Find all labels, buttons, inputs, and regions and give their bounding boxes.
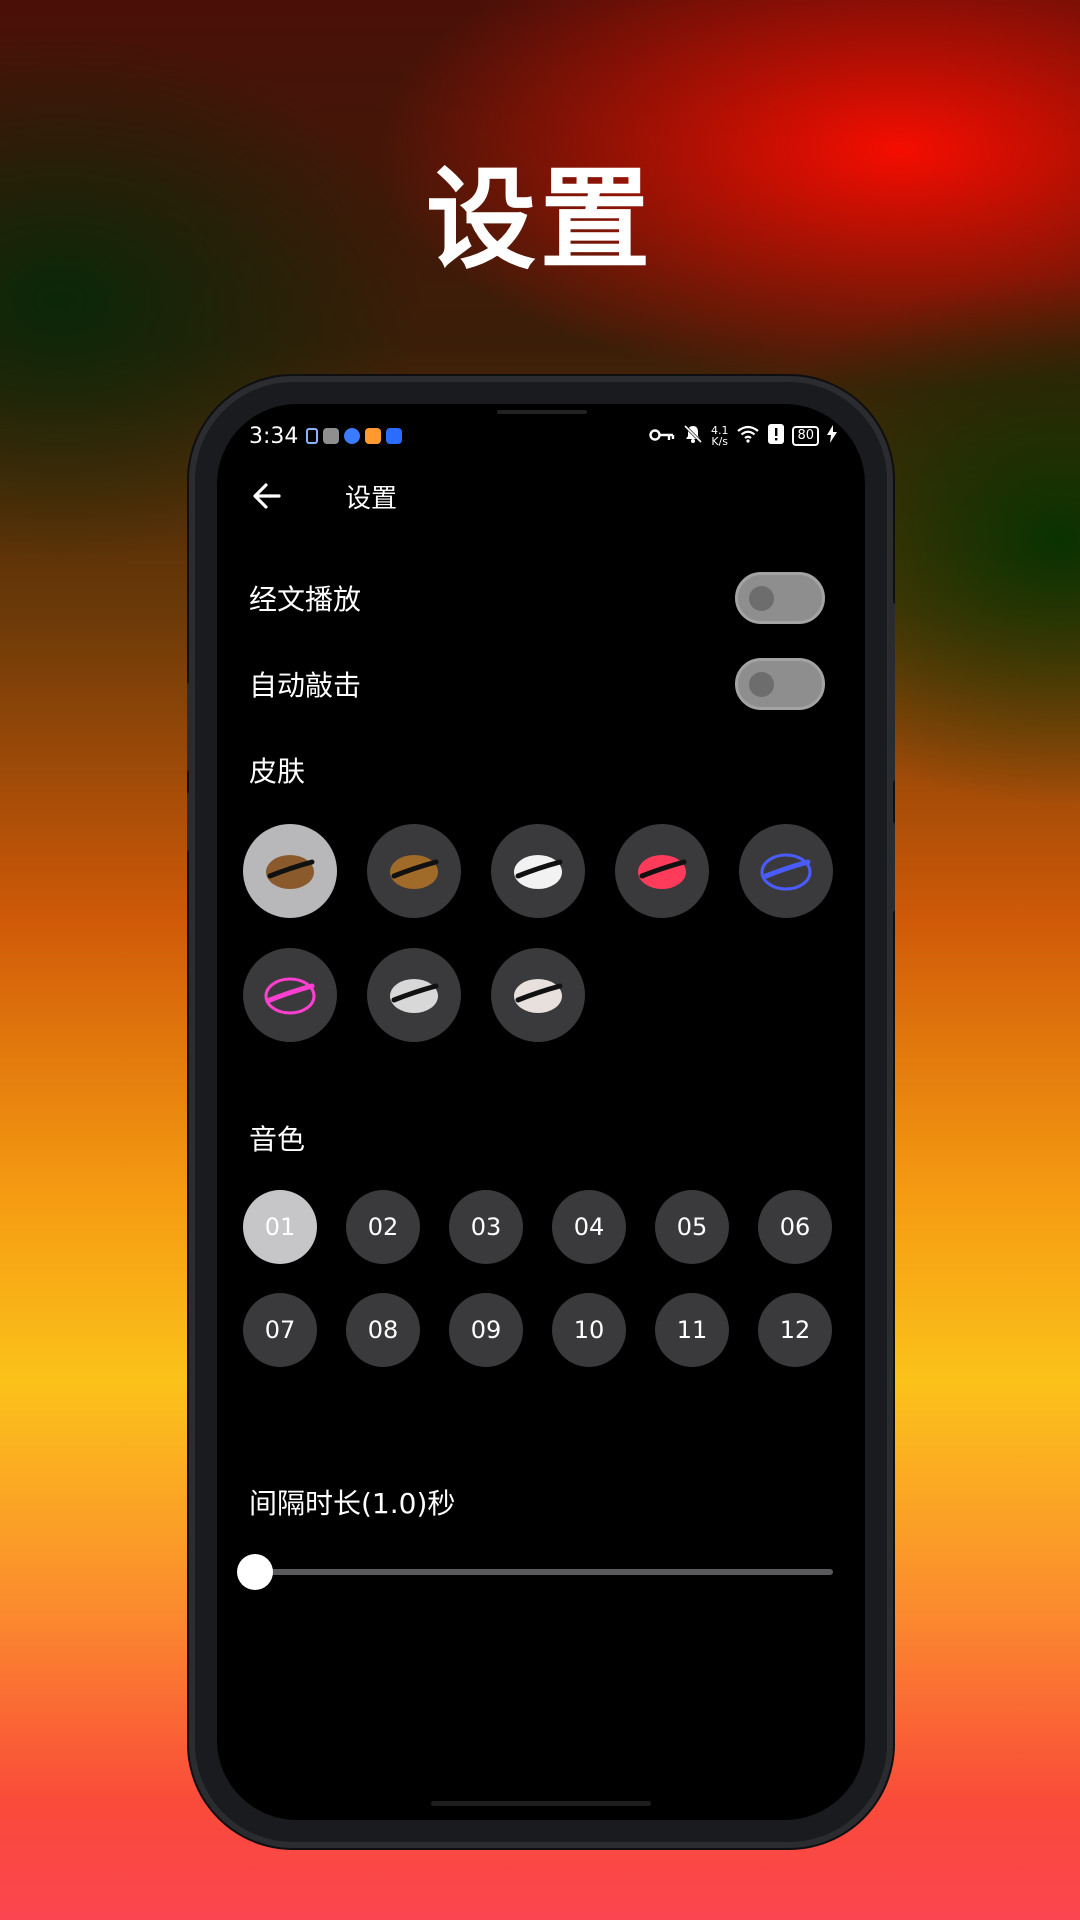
bell-muted-icon [683, 424, 703, 448]
play-app-icon [365, 428, 382, 444]
skin-option[interactable] [243, 824, 337, 918]
wooden-fish-icon [266, 855, 315, 889]
charging-icon [827, 425, 837, 447]
skin-grid [243, 824, 863, 1042]
setting-row-sutra-play: 经文播放 [249, 568, 825, 628]
interval-label: 间隔时长(1.0)秒 [249, 1487, 456, 1520]
auto-strike-toggle[interactable] [735, 658, 825, 710]
sound-grid: 01 02 03 04 05 06 07 08 09 10 11 12 [243, 1190, 863, 1367]
sound-option[interactable]: 06 [758, 1190, 832, 1264]
phone-power-button [889, 602, 895, 782]
sutra-play-toggle[interactable] [735, 572, 825, 624]
skin-option[interactable] [367, 948, 461, 1042]
bluetooth-battery-icon [306, 428, 319, 444]
net-speed-unit: K/s [711, 435, 729, 448]
auto-strike-label: 自动敲击 [249, 669, 362, 702]
gesture-bar [431, 1801, 651, 1806]
sound-option[interactable]: 08 [346, 1293, 420, 1367]
sound-option[interactable]: 03 [449, 1190, 523, 1264]
promo-title: 设置 [426, 156, 654, 284]
sound-option[interactable]: 01 [243, 1190, 317, 1264]
wooden-fish-icon [514, 855, 563, 889]
skins-section-title: 皮肤 [249, 755, 306, 788]
earpiece [497, 410, 587, 414]
phone-side-button [187, 682, 193, 772]
app-bar: 设置 [247, 466, 397, 526]
sound-option[interactable]: 07 [243, 1293, 317, 1367]
skin-option[interactable] [739, 824, 833, 918]
back-button[interactable] [247, 476, 287, 516]
skin-option[interactable] [367, 824, 461, 918]
status-bar: 3:34 4.1 K/s 80 [249, 418, 837, 454]
net-speed: 4.1 K/s [711, 425, 729, 447]
sound-option[interactable]: 02 [346, 1190, 420, 1264]
wooden-fish-icon [514, 979, 563, 1013]
wooden-fish-icon [390, 855, 439, 889]
wooden-fish-icon [638, 855, 687, 889]
wooden-fish-icon [264, 977, 316, 1015]
skin-option[interactable] [615, 824, 709, 918]
wooden-fish-icon [760, 853, 812, 891]
arrow-left-icon [253, 483, 281, 509]
sutra-play-label: 经文播放 [249, 583, 362, 616]
toggle-knob [749, 672, 774, 697]
wooden-fish-icon [390, 979, 439, 1013]
sounds-section-title: 音色 [249, 1123, 306, 1156]
wifi-icon [736, 425, 760, 447]
shield-app-icon [386, 428, 403, 444]
sound-option[interactable]: 05 [655, 1190, 729, 1264]
status-right-icons: 4.1 K/s 80 [649, 424, 837, 448]
key-icon [649, 427, 675, 446]
sound-option[interactable]: 04 [552, 1190, 626, 1264]
grid-app-icon [323, 428, 340, 444]
browser-app-icon [344, 428, 361, 444]
sound-option[interactable]: 12 [758, 1293, 832, 1367]
toggle-knob [749, 586, 774, 611]
phone-side-button [889, 822, 895, 912]
sound-option[interactable]: 10 [552, 1293, 626, 1367]
phone-side-button [187, 792, 193, 852]
page-title: 设置 [345, 483, 398, 514]
skin-option[interactable] [243, 948, 337, 1042]
sound-option[interactable]: 11 [655, 1293, 729, 1367]
phone-frame: 3:34 4.1 K/s 80 设置 经文播放 自动敲击 皮肤 音色 01 02… [187, 382, 895, 1842]
status-time: 3:34 [249, 423, 299, 449]
sound-option[interactable]: 09 [449, 1293, 523, 1367]
interval-slider-track[interactable] [255, 1569, 833, 1575]
alert-icon [768, 424, 785, 448]
interval-slider-thumb[interactable] [237, 1554, 273, 1590]
skin-option[interactable] [491, 948, 585, 1042]
battery-indicator: 80 [792, 426, 819, 446]
phone-screen: 3:34 4.1 K/s 80 设置 经文播放 自动敲击 皮肤 音色 01 02… [217, 404, 865, 1820]
skin-option[interactable] [491, 824, 585, 918]
notification-icons [306, 428, 403, 444]
setting-row-auto-strike: 自动敲击 [249, 654, 825, 714]
